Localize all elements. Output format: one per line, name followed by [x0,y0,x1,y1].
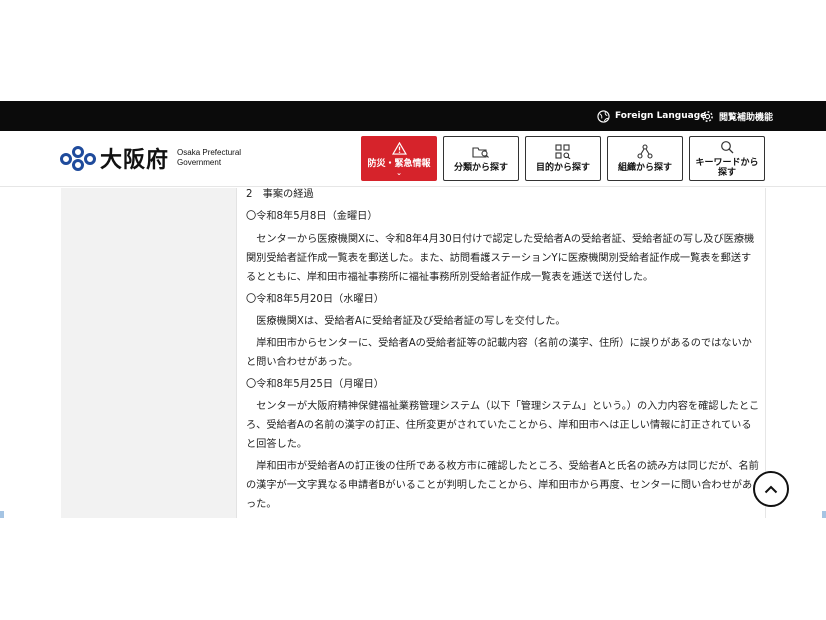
logo-name: 大阪府 [100,147,170,173]
foreign-language-link[interactable]: Foreign Language [597,108,706,124]
window-edge [822,511,826,518]
date-heading: 〇令和8年5月8日（金曜日） [246,211,378,222]
purpose-search-label: 目的から探す [535,163,590,173]
logo-sub-line2: Government [177,158,222,167]
org-chart-icon [637,144,653,159]
organization-search-button[interactable]: 組織から探す [607,136,683,181]
keyword-search-label-2: 探す [717,167,736,178]
keyword-search-button[interactable]: キーワードから 探す [689,136,765,181]
date-heading: 〇令和8年5月25日（月曜日） [246,379,384,390]
foreign-language-label: Foreign Language [615,111,707,121]
paragraph: 岸和田市が受給者Aの訂正後の住所である枚方市に確認したところ、受給者Aと氏名の読… [246,461,759,510]
paragraph: 岸和田市からセンターに、受給者Aの受給者証等の記載内容（名前の漢字、住所）に誤り… [246,338,752,368]
chevron-up-icon [764,485,778,493]
osaka-logo-icon [60,146,96,171]
keyword-search-label-1: キーワードから [695,157,759,168]
disaster-info-button[interactable]: 防災・緊急情報 ⌄ [361,136,437,181]
main-content: 2 事案の経過 〇令和8年5月8日（金曜日） センターから医療機関Xに、令和8年… [237,188,766,518]
folder-search-icon [472,146,489,158]
site-logo[interactable]: 大阪府 Osaka Prefectural Government [60,143,241,173]
gear-icon [702,110,713,122]
warning-icon [391,141,407,155]
site-header: 大阪府 Osaka Prefectural Government 防災・緊急情報… [0,131,826,187]
chevron-down-icon: ⌄ [396,168,402,177]
date-heading: 〇令和8年5月20日（水曜日） [246,294,384,305]
search-icon [721,140,734,153]
paragraph: センターが大阪府精神保健福祉業務管理システム（以下「管理システム」という。）の入… [246,401,760,450]
logo-subtitle: Osaka Prefectural Government [177,148,241,168]
section-heading: 2 事案の経過 [246,189,314,200]
left-sidebar [61,188,237,518]
purpose-search-button[interactable]: 目的から探す [525,136,601,181]
back-to-top-button[interactable] [753,471,789,507]
category-search-button[interactable]: 分類から探す [443,136,519,181]
accessibility-label: 閲覧補助機能 [719,112,774,123]
grid-search-icon [555,144,571,159]
category-search-label: 分類から探す [453,162,508,173]
accessibility-link[interactable]: 閲覧補助機能 [701,108,773,124]
paragraph: センターから医療機関Xに、令和8年4月30日付けで認定した受給者Aの受給者証、受… [246,234,755,283]
paragraph: 医療機関Xは、受給者Aに受給者証及び受給者証の写しを交付した。 [256,316,566,327]
logo-sub-line1: Osaka Prefectural [177,148,242,157]
globe-icon [597,109,610,123]
disaster-info-label: 防災・緊急情報 [367,158,431,169]
organization-search-label: 組織から探す [617,163,672,173]
window-edge [0,511,4,518]
browser-viewport: Foreign Language 閲覧補助機能 大阪府 Osaka Prefec… [0,101,826,518]
utility-bar: Foreign Language 閲覧補助機能 [0,101,826,131]
